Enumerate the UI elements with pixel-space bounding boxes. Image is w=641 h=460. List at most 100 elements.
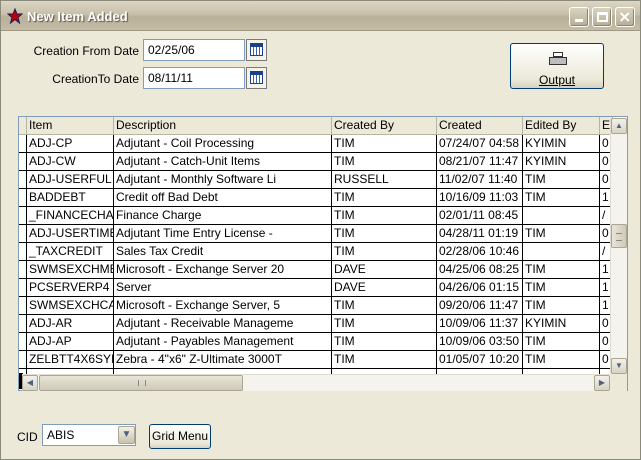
row-selector[interactable] (19, 261, 27, 279)
cell-created[interactable]: 04/25/06 08:25 (437, 261, 523, 279)
horizontal-scrollbar[interactable]: ◀ ▶ (22, 374, 610, 391)
column-header-description[interactable]: Description (114, 117, 332, 135)
cell-created-by[interactable]: TIM (332, 207, 437, 225)
table-row[interactable]: ADJ-USERFUL Adjutant - Monthly Software L… (19, 171, 613, 189)
row-selector[interactable] (19, 243, 27, 261)
cell-created-by[interactable]: TIM (332, 297, 437, 315)
cell-description[interactable]: Finance Charge (114, 207, 332, 225)
cell-created-by[interactable]: DAVE (332, 261, 437, 279)
cell-edited-by[interactable]: TIM (523, 351, 600, 369)
cell-item[interactable]: ADJ-AR (27, 315, 114, 333)
cell-description[interactable]: Adjutant - Catch-Unit Items (114, 153, 332, 171)
row-selector[interactable] (19, 189, 27, 207)
chevron-down-icon[interactable]: ▼ (118, 426, 135, 444)
cell-edited-by[interactable]: TIM (523, 171, 600, 189)
cell-edited-by[interactable]: TIM (523, 279, 600, 297)
table-row[interactable]: ADJ-CW Adjutant - Catch-Unit Items TIM 08/2… (19, 153, 613, 171)
cell-created-by[interactable]: TIM (332, 135, 437, 153)
cell-created-by[interactable]: TIM (332, 315, 437, 333)
table-row[interactable]: BADDEBT Credit off Bad Debt TIM 10/16/09 11… (19, 189, 613, 207)
cell-edited-by[interactable]: KYIMIN (523, 315, 600, 333)
row-selector[interactable] (19, 333, 27, 351)
close-button[interactable]: × (615, 7, 635, 27)
column-header-created[interactable]: Created (437, 117, 523, 135)
row-selector[interactable] (19, 279, 27, 297)
cell-created-by[interactable]: TIM (332, 351, 437, 369)
table-row[interactable]: ADJ-AR Adjutant - Receivable Manageme TIM 1… (19, 315, 613, 333)
output-button[interactable]: Output (510, 43, 604, 89)
cell-description[interactable]: Server (114, 279, 332, 297)
cell-item[interactable]: ADJ-USERFUL (27, 171, 114, 189)
column-header-edited-by[interactable]: Edited By (523, 117, 600, 135)
vertical-scroll-thumb[interactable] (611, 224, 627, 248)
table-row[interactable]: SWMSEXCHCA Microsoft - Exchange Server, 5… (19, 297, 613, 315)
creation-from-calendar-button[interactable] (246, 39, 267, 61)
cell-description[interactable]: Adjutant - Receivable Manageme (114, 315, 332, 333)
row-selector[interactable] (19, 297, 27, 315)
cell-edited-by[interactable]: KYIMIN (523, 135, 600, 153)
horizontal-scroll-thumb[interactable] (39, 375, 243, 391)
cell-created[interactable]: 09/20/06 11:47 (437, 297, 523, 315)
cell-item[interactable]: _TAXCREDIT (27, 243, 114, 261)
cell-created[interactable]: 01/05/07 10:20 (437, 351, 523, 369)
cell-created-by[interactable]: TIM (332, 243, 437, 261)
cell-item[interactable]: _FINANCECHA (27, 207, 114, 225)
creation-to-calendar-button[interactable] (246, 67, 267, 89)
cell-item[interactable]: PCSERVERP4 (27, 279, 114, 297)
table-row[interactable]: SWMSEXCHME Microsoft - Exchange Server 20… (19, 261, 613, 279)
cell-description[interactable]: Adjutant - Payables Management (114, 333, 332, 351)
cell-item[interactable]: SWMSEXCHCA (27, 297, 114, 315)
cell-created-by[interactable]: TIM (332, 189, 437, 207)
table-row[interactable]: ZELBTT4X6SYI Zebra - 4"x6" Z-Ultimate 300… (19, 351, 613, 369)
cell-created[interactable]: 02/01/11 08:45 (437, 207, 523, 225)
cell-created[interactable]: 04/26/06 01:15 (437, 279, 523, 297)
cid-select[interactable]: ABIS ▼ (42, 424, 136, 446)
grid-menu-button[interactable]: Grid Menu (149, 424, 211, 449)
row-selector[interactable] (19, 315, 27, 333)
scroll-down-button[interactable]: ▼ (611, 358, 627, 374)
cell-item[interactable]: SWMSEXCHME (27, 261, 114, 279)
cell-item[interactable]: BADDEBT (27, 189, 114, 207)
cell-item[interactable]: ADJ-AP (27, 333, 114, 351)
column-header-created-by[interactable]: Created By (332, 117, 437, 135)
table-row[interactable]: PCSERVERP4 Server DAVE 04/26/06 01:15 TIM 1 (19, 279, 613, 297)
cell-item[interactable]: ADJ-CP (27, 135, 114, 153)
cell-created-by[interactable]: RUSSELL (332, 171, 437, 189)
row-selector[interactable] (19, 171, 27, 189)
title-bar[interactable]: New Item Added × (1, 1, 640, 31)
cell-item[interactable]: ADJ-CW (27, 153, 114, 171)
cell-created[interactable]: 10/16/09 11:03 (437, 189, 523, 207)
cell-created[interactable]: 10/09/06 03:50 (437, 333, 523, 351)
cell-edited-by[interactable]: TIM (523, 333, 600, 351)
cell-created[interactable]: 11/02/07 11:40 (437, 171, 523, 189)
cell-edited-by[interactable]: TIM (523, 297, 600, 315)
row-selector[interactable] (19, 351, 27, 369)
cell-created[interactable]: 02/28/06 10:46 (437, 243, 523, 261)
column-header-item[interactable]: Item (27, 117, 114, 135)
cell-description[interactable]: Credit off Bad Debt (114, 189, 332, 207)
cell-created[interactable]: 04/28/11 01:19 (437, 225, 523, 243)
items-grid[interactable]: Item Description Created By Created Edit… (18, 116, 628, 391)
cell-edited-by[interactable]: KYIMIN (523, 153, 600, 171)
cell-edited-by[interactable] (523, 243, 600, 261)
row-selector[interactable] (19, 207, 27, 225)
cell-created-by[interactable]: DAVE (332, 279, 437, 297)
cell-edited-by[interactable]: TIM (523, 189, 600, 207)
row-selector[interactable] (19, 225, 27, 243)
cell-created[interactable]: 10/09/06 11:37 (437, 315, 523, 333)
row-selector[interactable] (19, 135, 27, 153)
cell-description[interactable]: Microsoft - Exchange Server, 5 (114, 297, 332, 315)
table-row[interactable]: _TAXCREDIT Sales Tax Credit TIM 02/28/06 10… (19, 243, 613, 261)
table-row[interactable]: ADJ-AP Adjutant - Payables Management TIM 1… (19, 333, 613, 351)
cell-edited-by[interactable]: TIM (523, 261, 600, 279)
minimize-button[interactable] (569, 7, 589, 27)
vertical-scrollbar[interactable]: ▲ ▼ (610, 118, 627, 374)
row-selector[interactable] (19, 153, 27, 171)
cell-created-by[interactable]: TIM (332, 333, 437, 351)
table-row[interactable]: ADJ-USERTIME Adjutant Time Entry License … (19, 225, 613, 243)
cell-edited-by[interactable] (523, 207, 600, 225)
cell-item[interactable]: ADJ-USERTIME (27, 225, 114, 243)
cell-description[interactable]: Adjutant - Coil Processing (114, 135, 332, 153)
cell-edited-by[interactable]: TIM (523, 225, 600, 243)
cell-description[interactable]: Microsoft - Exchange Server 20 (114, 261, 332, 279)
